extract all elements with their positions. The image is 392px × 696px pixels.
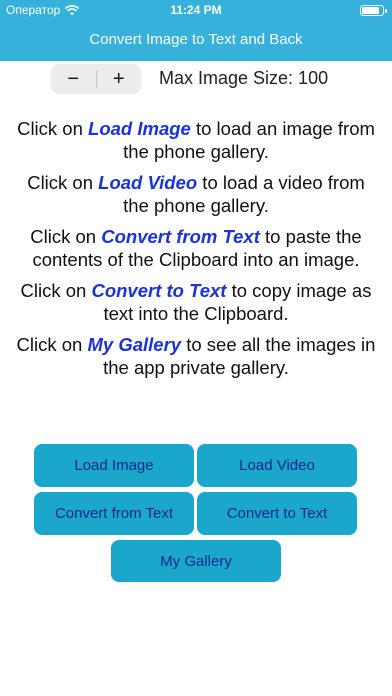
instruction-text: Click on [27,172,99,193]
max-image-size-label: Max Image Size: 100 [159,68,329,88]
instruction-text: Click on [16,334,88,355]
instruction-text: Click on [17,118,89,139]
instruction-text: Click on [20,280,92,301]
instruction-my-gallery: Click on My Gallery to see all the image… [14,333,378,379]
instruction-load-image: Click on Load Image to load an image fro… [14,117,378,163]
instruction-action: My Gallery [87,334,182,355]
page-title: Convert Image to Text and Back [89,31,303,48]
load-image-button[interactable]: Load Image [34,444,194,487]
instruction-action: Convert to Text [91,280,227,301]
status-bar: Оператор 11:24 PM [0,0,392,22]
load-video-button[interactable]: Load Video [197,444,357,487]
battery-level [362,7,379,14]
instruction-load-video: Click on Load Video to load a video from… [14,171,378,217]
convert-from-text-button[interactable]: Convert from Text [34,492,194,535]
instruction-action: Convert from Text [101,226,260,247]
instruction-convert-from-text: Click on Convert from Text to paste the … [14,225,378,271]
instruction-text: Click on [30,226,102,247]
my-gallery-button[interactable]: My Gallery [111,540,281,582]
instruction-convert-to-text: Click on Convert to Text to copy image a… [14,279,378,325]
instruction-action: Load Video [98,172,198,193]
decrement-button[interactable]: − [51,64,96,94]
status-time: 11:24 PM [170,3,222,17]
convert-to-text-button[interactable]: Convert to Text [197,492,357,535]
increment-button[interactable]: + [97,64,142,94]
instructions: Click on Load Image to load an image fro… [14,117,378,387]
instruction-action: Load Image [88,118,191,139]
battery-icon [360,5,387,16]
app-header: Оператор 11:24 PM Convert Image to Text … [0,0,392,61]
image-size-stepper[interactable]: − + [51,64,141,94]
